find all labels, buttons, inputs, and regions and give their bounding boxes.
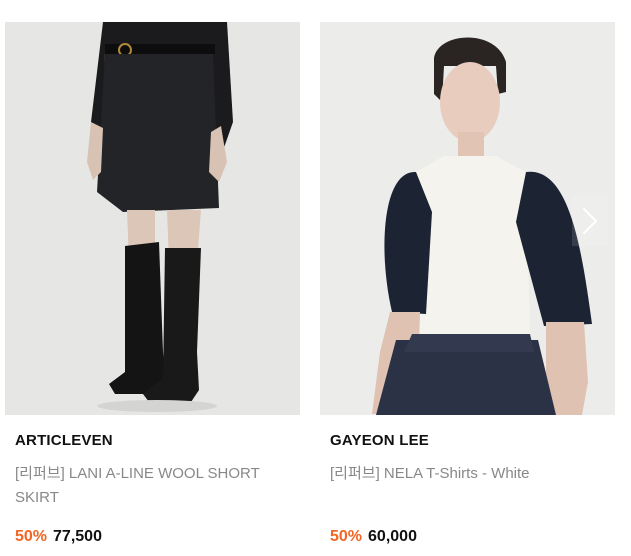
price-row: 50% 77,500 [15,528,102,546]
product-image[interactable] [5,22,300,415]
product-price: 77,500 [53,528,102,545]
product-card[interactable]: ARTICLEVEN [리퍼브] LANI A-LINE WOOL SHORT … [5,0,300,556]
product-image[interactable] [320,22,615,415]
product-title[interactable]: [리퍼브] LANI A-LINE WOOL SHORT SKIRT [15,462,290,510]
product-grid: ARTICLEVEN [리퍼브] LANI A-LINE WOOL SHORT … [0,0,631,556]
product-title[interactable]: [리퍼브] NELA T-Shirts - White [330,462,605,486]
price-row: 50% 60,000 [330,528,417,546]
product-brand[interactable]: ARTICLEVEN [15,432,113,449]
product-price: 60,000 [368,528,417,545]
product-card[interactable]: GAYEON LEE [리퍼브] NELA T-Shirts - White 5… [320,0,615,556]
product-brand[interactable]: GAYEON LEE [330,432,429,449]
discount-rate: 50% [330,528,363,545]
carousel-next-button[interactable] [572,196,608,246]
discount-rate: 50% [15,528,48,545]
chevron-right-icon [582,207,598,235]
